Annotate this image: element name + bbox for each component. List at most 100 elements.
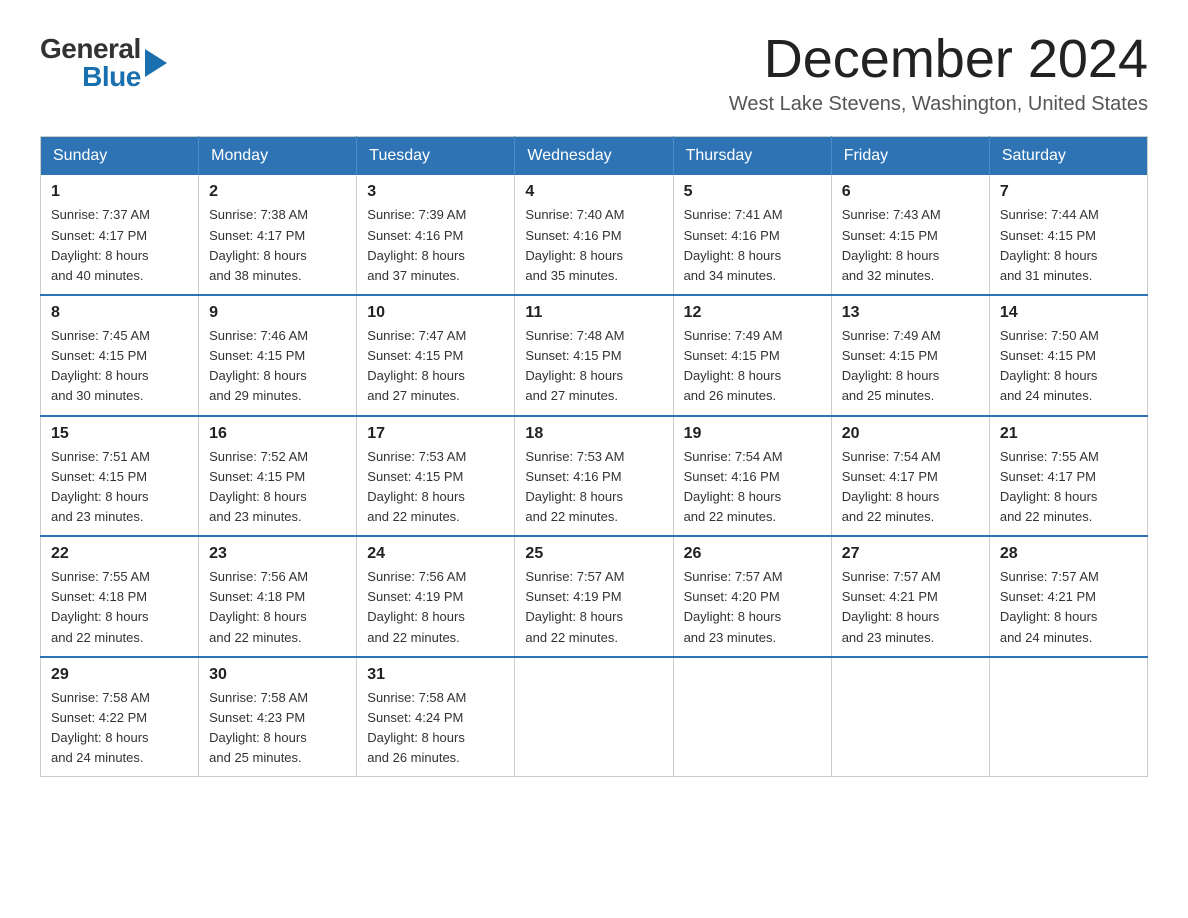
day-number: 6 [842,183,979,201]
calendar-week-3: 15Sunrise: 7:51 AMSunset: 4:15 PMDayligh… [41,416,1148,537]
header-sunday: Sunday [41,137,199,176]
calendar-cell: 20 Sunrise: 7:54 AMSunset: 4:17 PMDayligh… [831,416,989,537]
day-info: Sunrise: 7:54 AMSunset: 4:16 PMDaylight:… [684,447,821,528]
logo-wordmark: General Blue [40,35,167,91]
day-info: Sunrise: 7:47 AMSunset: 4:15 PMDaylight:… [367,326,504,407]
calendar-table: Sunday Monday Tuesday Wednesday Thursday… [40,136,1148,777]
day-number: 23 [209,545,346,563]
day-number: 19 [684,425,821,443]
day-info: Sunrise: 7:57 AMSunset: 4:21 PMDaylight:… [1000,567,1137,648]
calendar-cell: 22 Sunrise: 7:55 AMSunset: 4:18 PMDayligh… [41,536,199,657]
day-info: Sunrise: 7:55 AMSunset: 4:17 PMDaylight:… [1000,447,1137,528]
day-info: Sunrise: 7:52 AMSunset: 4:15 PMDaylight:… [209,447,346,528]
day-info: Sunrise: 7:57 AMSunset: 4:20 PMDaylight:… [684,567,821,648]
calendar-cell: 2 Sunrise: 7:38 AMSunset: 4:17 PMDaylight… [199,175,357,295]
calendar-cell: 18 Sunrise: 7:53 AMSunset: 4:16 PMDayligh… [515,416,673,537]
header-row: Sunday Monday Tuesday Wednesday Thursday… [41,137,1148,176]
calendar-cell: 10 Sunrise: 7:47 AMSunset: 4:15 PMDayligh… [357,295,515,416]
day-info: Sunrise: 7:48 AMSunset: 4:15 PMDaylight:… [525,326,662,407]
calendar-cell [831,657,989,777]
logo-general-text: General [40,35,141,63]
day-number: 2 [209,183,346,201]
logo: General Blue [40,30,167,91]
calendar-cell: 27 Sunrise: 7:57 AMSunset: 4:21 PMDayligh… [831,536,989,657]
calendar-cell: 3Sunrise: 7:39 AMSunset: 4:16 PMDaylight… [357,175,515,295]
day-info: Sunrise: 7:49 AMSunset: 4:15 PMDaylight:… [842,326,979,407]
calendar-cell: 16 Sunrise: 7:52 AMSunset: 4:15 PMDayligh… [199,416,357,537]
day-info: Sunrise: 7:57 AMSunset: 4:19 PMDaylight:… [525,567,662,648]
day-info: Sunrise: 7:58 AMSunset: 4:24 PMDaylight:… [367,688,504,769]
day-info: Sunrise: 7:37 AMSunset: 4:17 PMDaylight:… [51,205,188,286]
day-number: 7 [1000,183,1137,201]
day-info: Sunrise: 7:58 AMSunset: 4:22 PMDaylight:… [51,688,188,769]
calendar-cell: 15Sunrise: 7:51 AMSunset: 4:15 PMDayligh… [41,416,199,537]
calendar-cell: 29 Sunrise: 7:58 AMSunset: 4:22 PMDayligh… [41,657,199,777]
calendar-cell: 23Sunrise: 7:56 AMSunset: 4:18 PMDayligh… [199,536,357,657]
calendar-cell: 14Sunrise: 7:50 AMSunset: 4:15 PMDayligh… [989,295,1147,416]
day-info: Sunrise: 7:55 AMSunset: 4:18 PMDaylight:… [51,567,188,648]
day-number: 8 [51,304,188,322]
calendar-cell [515,657,673,777]
calendar-week-1: 1 Sunrise: 7:37 AMSunset: 4:17 PMDaylight… [41,175,1148,295]
day-number: 20 [842,425,979,443]
day-number: 18 [525,425,662,443]
calendar-cell: 28 Sunrise: 7:57 AMSunset: 4:21 PMDayligh… [989,536,1147,657]
day-info: Sunrise: 7:58 AMSunset: 4:23 PMDaylight:… [209,688,346,769]
logo-blue-text: Blue [82,63,141,91]
day-info: Sunrise: 7:54 AMSunset: 4:17 PMDaylight:… [842,447,979,528]
title-area: December 2024 West Lake Stevens, Washing… [729,30,1148,116]
day-number: 4 [525,183,662,201]
calendar-cell: 4 Sunrise: 7:40 AMSunset: 4:16 PMDaylight… [515,175,673,295]
day-number: 9 [209,304,346,322]
calendar-week-4: 22 Sunrise: 7:55 AMSunset: 4:18 PMDayligh… [41,536,1148,657]
page-header: General Blue December 2024 West Lake Ste… [40,30,1148,116]
calendar-cell: 25 Sunrise: 7:57 AMSunset: 4:19 PMDayligh… [515,536,673,657]
day-number: 26 [684,545,821,563]
calendar-cell: 24Sunrise: 7:56 AMSunset: 4:19 PMDayligh… [357,536,515,657]
day-number: 12 [684,304,821,322]
day-number: 16 [209,425,346,443]
day-number: 1 [51,183,188,201]
calendar-cell: 11Sunrise: 7:48 AMSunset: 4:15 PMDayligh… [515,295,673,416]
header-tuesday: Tuesday [357,137,515,176]
calendar-cell: 8 Sunrise: 7:45 AMSunset: 4:15 PMDaylight… [41,295,199,416]
day-info: Sunrise: 7:51 AMSunset: 4:15 PMDaylight:… [51,447,188,528]
calendar-cell: 19 Sunrise: 7:54 AMSunset: 4:16 PMDayligh… [673,416,831,537]
location-subtitle: West Lake Stevens, Washington, United St… [729,93,1148,116]
day-number: 29 [51,666,188,684]
calendar-header: Sunday Monday Tuesday Wednesday Thursday… [41,137,1148,176]
calendar-cell: 12Sunrise: 7:49 AMSunset: 4:15 PMDayligh… [673,295,831,416]
calendar-cell: 17Sunrise: 7:53 AMSunset: 4:15 PMDayligh… [357,416,515,537]
day-info: Sunrise: 7:43 AMSunset: 4:15 PMDaylight:… [842,205,979,286]
month-title: December 2024 [729,30,1148,89]
calendar-cell: 31Sunrise: 7:58 AMSunset: 4:24 PMDayligh… [357,657,515,777]
day-info: Sunrise: 7:41 AMSunset: 4:16 PMDaylight:… [684,205,821,286]
day-number: 30 [209,666,346,684]
day-info: Sunrise: 7:45 AMSunset: 4:15 PMDaylight:… [51,326,188,407]
calendar-cell: 1 Sunrise: 7:37 AMSunset: 4:17 PMDaylight… [41,175,199,295]
calendar-body: 1 Sunrise: 7:37 AMSunset: 4:17 PMDaylight… [41,175,1148,776]
day-number: 10 [367,304,504,322]
day-number: 27 [842,545,979,563]
day-number: 25 [525,545,662,563]
day-info: Sunrise: 7:38 AMSunset: 4:17 PMDaylight:… [209,205,346,286]
calendar-cell: 9Sunrise: 7:46 AMSunset: 4:15 PMDaylight… [199,295,357,416]
day-number: 3 [367,183,504,201]
day-info: Sunrise: 7:57 AMSunset: 4:21 PMDaylight:… [842,567,979,648]
day-number: 5 [684,183,821,201]
day-info: Sunrise: 7:44 AMSunset: 4:15 PMDaylight:… [1000,205,1137,286]
day-info: Sunrise: 7:53 AMSunset: 4:16 PMDaylight:… [525,447,662,528]
day-info: Sunrise: 7:40 AMSunset: 4:16 PMDaylight:… [525,205,662,286]
calendar-cell: 26 Sunrise: 7:57 AMSunset: 4:20 PMDayligh… [673,536,831,657]
header-friday: Friday [831,137,989,176]
day-number: 22 [51,545,188,563]
header-wednesday: Wednesday [515,137,673,176]
logo-arrow-icon [145,49,167,77]
calendar-cell: 7 Sunrise: 7:44 AMSunset: 4:15 PMDaylight… [989,175,1147,295]
day-number: 24 [367,545,504,563]
day-number: 28 [1000,545,1137,563]
header-monday: Monday [199,137,357,176]
day-number: 13 [842,304,979,322]
calendar-week-5: 29 Sunrise: 7:58 AMSunset: 4:22 PMDayligh… [41,657,1148,777]
day-info: Sunrise: 7:50 AMSunset: 4:15 PMDaylight:… [1000,326,1137,407]
